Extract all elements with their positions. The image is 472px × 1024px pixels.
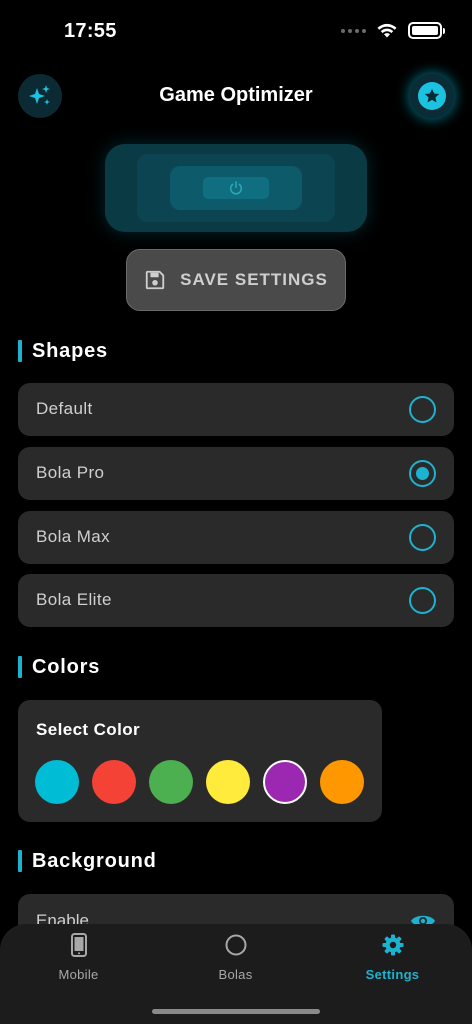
battery-icon	[408, 22, 445, 39]
color-swatch-purple[interactable]	[263, 760, 307, 804]
radio-button[interactable]	[409, 396, 436, 423]
background-section-title: Background	[18, 849, 157, 873]
shape-option-label: Bola Pro	[36, 463, 105, 482]
shape-option-bola-pro[interactable]: Bola Pro	[18, 447, 454, 500]
status-bar: 17:55	[0, 0, 472, 64]
power-icon	[230, 181, 242, 195]
tab-bolas[interactable]: Bolas	[157, 924, 314, 994]
color-swatch-red[interactable]	[92, 760, 136, 804]
color-swatch-green[interactable]	[149, 760, 193, 804]
gear-icon	[381, 932, 405, 958]
color-swatch-cyan[interactable]	[35, 760, 79, 804]
shape-option-bola-elite[interactable]: Bola Elite	[18, 574, 454, 627]
color-swatch-orange[interactable]	[320, 760, 364, 804]
shape-option-label: Default	[36, 399, 93, 418]
section-accent-bar	[18, 850, 22, 872]
tab-mobile[interactable]: Mobile	[0, 924, 157, 994]
section-accent-bar	[18, 340, 22, 362]
color-swatch-yellow[interactable]	[206, 760, 250, 804]
power-panel	[105, 144, 367, 232]
floppy-disk-icon	[145, 270, 165, 290]
background-title: Background	[32, 849, 157, 872]
color-picker-card: Select Color	[18, 700, 382, 822]
wifi-icon	[377, 23, 397, 38]
radio-button-selected[interactable]	[409, 460, 436, 487]
star-icon	[418, 82, 446, 110]
app-header: Game Optimizer	[0, 72, 472, 120]
tab-label: Mobile	[58, 967, 99, 982]
shape-option-label: Bola Elite	[36, 590, 112, 609]
power-button[interactable]	[170, 166, 302, 210]
save-settings-button[interactable]: SAVE SETTINGS	[126, 249, 346, 311]
tab-label: Settings	[365, 967, 420, 982]
shapes-section-title: Shapes	[18, 339, 108, 363]
radio-button[interactable]	[409, 587, 436, 614]
status-time: 17:55	[64, 20, 117, 42]
tab-label: Bolas	[218, 967, 253, 982]
status-indicators	[341, 22, 445, 39]
section-accent-bar	[18, 656, 22, 678]
select-color-title: Select Color	[36, 720, 140, 739]
shape-option-bola-max[interactable]: Bola Max	[18, 511, 454, 564]
circle-icon	[224, 932, 248, 958]
page-title: Game Optimizer	[159, 84, 313, 106]
phone-icon	[70, 932, 88, 958]
tab-settings[interactable]: Settings	[314, 924, 471, 994]
shape-option-label: Bola Max	[36, 527, 111, 546]
home-indicator	[152, 1009, 320, 1014]
cellular-signal-icon	[341, 28, 366, 33]
shapes-title: Shapes	[32, 339, 108, 362]
favorite-button[interactable]	[410, 74, 454, 118]
shape-option-default[interactable]: Default	[18, 383, 454, 436]
colors-title: Colors	[32, 655, 101, 678]
power-button-inner	[203, 177, 269, 199]
save-settings-label: SAVE SETTINGS	[180, 270, 328, 289]
colors-section-title: Colors	[18, 655, 100, 679]
radio-button[interactable]	[409, 524, 436, 551]
